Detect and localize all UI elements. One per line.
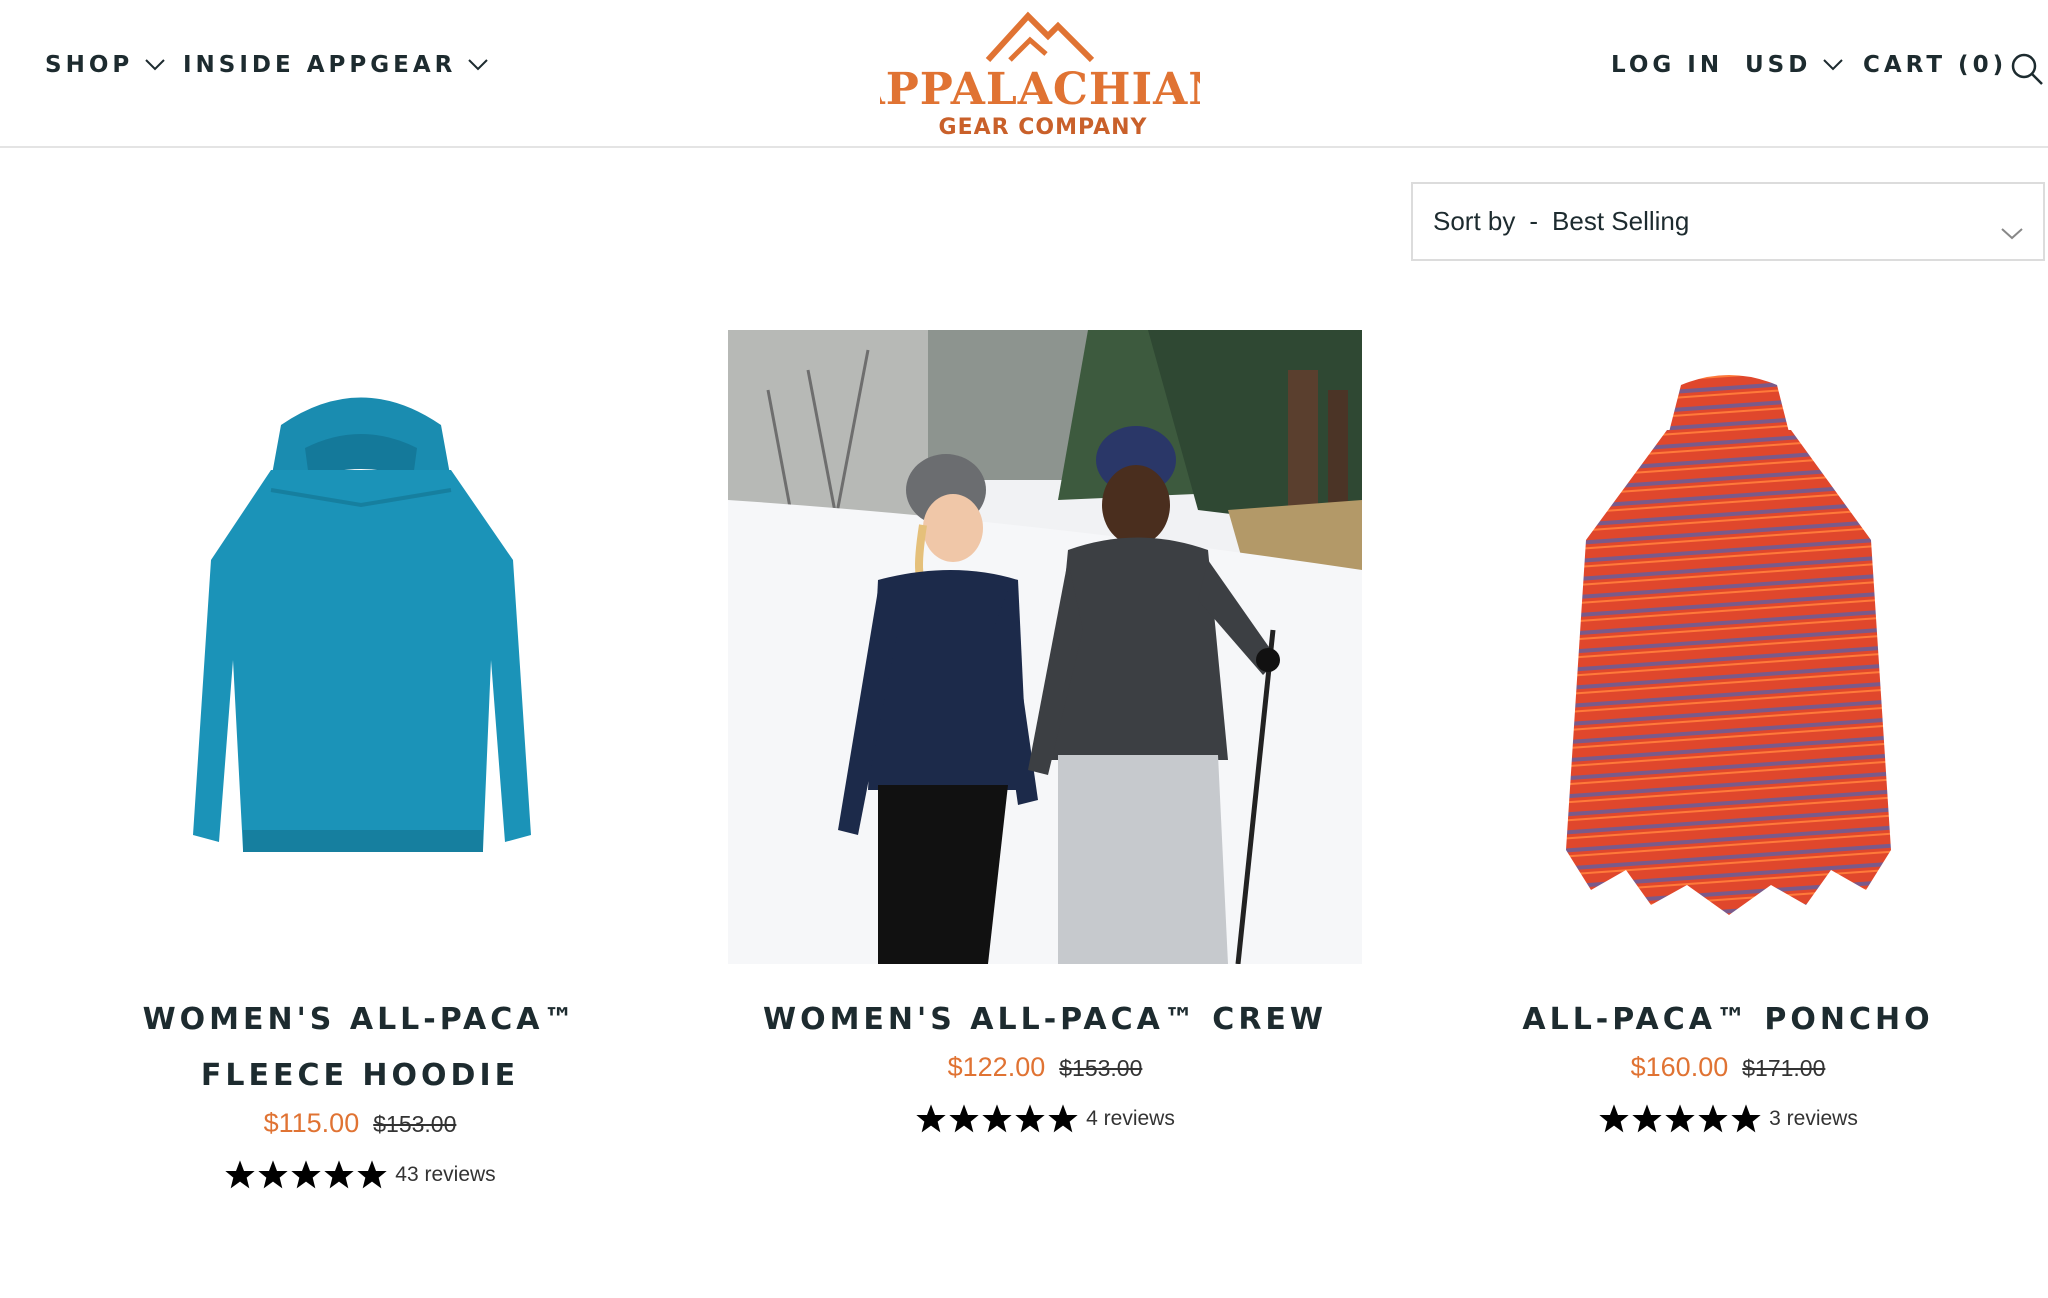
sort-value: Best Selling xyxy=(1552,206,1690,236)
star-icon xyxy=(258,1160,288,1189)
product-image[interactable] xyxy=(1411,330,2045,964)
teal-hoodie-image xyxy=(43,330,677,964)
cart-label: CART (0) xyxy=(1863,52,2008,78)
star-icon xyxy=(1731,1104,1761,1133)
star-icon xyxy=(1698,1104,1728,1133)
star-icon xyxy=(949,1104,979,1133)
chevron-down-icon xyxy=(145,59,165,71)
compare-price: $153.00 xyxy=(1059,1055,1143,1081)
compare-price: $153.00 xyxy=(373,1111,457,1137)
product-title[interactable]: WOMEN'S ALL-PACA™ CREW xyxy=(728,992,1362,1048)
chevron-down-icon xyxy=(1823,59,1844,71)
star-icon xyxy=(982,1104,1012,1133)
sort-prefix: Sort by xyxy=(1433,206,1516,236)
price-row: $160.00 $171.00 xyxy=(1411,1052,2045,1083)
review-count: 43 reviews xyxy=(395,1163,496,1186)
product-image[interactable] xyxy=(728,330,1362,964)
logo-text-sub: GEAR COMPANY xyxy=(939,115,1148,140)
star-icon xyxy=(1048,1104,1078,1133)
rating-row[interactable]: 3 reviews xyxy=(1411,1103,2045,1135)
star-icon xyxy=(1599,1104,1629,1133)
rating-row[interactable]: 43 reviews xyxy=(43,1159,677,1191)
star-icon xyxy=(1665,1104,1695,1133)
sale-price: $115.00 xyxy=(263,1108,360,1138)
product-card: WOMEN'S ALL-PACA™ CREW $122.00 $153.00 4 … xyxy=(728,330,1362,1135)
chevron-down-icon xyxy=(468,59,489,71)
review-count: 3 reviews xyxy=(1769,1107,1858,1130)
mountain-logo-icon: APPALACHIAN GEAR COMPANY xyxy=(850,11,1228,140)
currency-label: USD xyxy=(1745,52,1812,78)
star-icon xyxy=(357,1160,387,1189)
sort-dropdown[interactable]: Sort by - Best Selling xyxy=(1411,182,2045,261)
star-icon xyxy=(291,1160,321,1189)
review-count: 4 reviews xyxy=(1086,1107,1175,1130)
striped-poncho-image xyxy=(1411,330,2045,964)
currency-selector[interactable]: USD xyxy=(1745,52,1844,78)
price-row: $115.00 $153.00 xyxy=(43,1108,677,1139)
login-label: LOG IN xyxy=(1611,52,1724,78)
cart-link[interactable]: CART (0) xyxy=(1863,52,2007,78)
product-title[interactable]: ALL-PACA™ PONCHO xyxy=(1411,992,2045,1048)
star-icon xyxy=(225,1160,255,1189)
rating-row[interactable]: 4 reviews xyxy=(728,1103,1362,1135)
product-card: WOMEN'S ALL-PACA™ FLEECE HOODIE $115.00 $… xyxy=(43,330,677,1191)
sale-price: $122.00 xyxy=(947,1052,1046,1082)
brand-logo[interactable]: APPALACHIAN GEAR COMPANY xyxy=(850,2,1228,142)
star-icon xyxy=(916,1104,946,1133)
nav-shop-label: SHOP xyxy=(45,52,134,78)
login-link[interactable]: LOG IN xyxy=(1611,52,1723,78)
star-icon xyxy=(1632,1104,1662,1133)
logo-text-main: APPALACHIAN xyxy=(880,64,1200,115)
search-icon[interactable] xyxy=(2010,52,2044,86)
sort-separator: - xyxy=(1529,206,1539,236)
star-icon xyxy=(1015,1104,1045,1133)
site-header: SHOP INSIDE APPGEAR APPALACHIAN GEAR COM… xyxy=(0,0,2048,148)
sale-price: $160.00 xyxy=(1630,1052,1729,1082)
couple-hiking-snow-photo xyxy=(728,330,1362,964)
product-card: ALL-PACA™ PONCHO $160.00 $171.00 3 review… xyxy=(1411,330,2045,1135)
nav-shop[interactable]: SHOP xyxy=(45,52,165,78)
star-rating xyxy=(224,1159,389,1191)
chevron-down-icon xyxy=(2001,216,2023,247)
product-image[interactable] xyxy=(43,330,677,964)
star-rating xyxy=(915,1103,1080,1135)
nav-inside-appgear[interactable]: INSIDE APPGEAR xyxy=(183,52,489,78)
product-title[interactable]: WOMEN'S ALL-PACA™ FLEECE HOODIE xyxy=(43,992,677,1104)
nav-inside-appgear-label: INSIDE APPGEAR xyxy=(183,52,457,78)
star-rating xyxy=(1598,1103,1763,1135)
star-icon xyxy=(324,1160,354,1189)
compare-price: $171.00 xyxy=(1742,1055,1826,1081)
price-row: $122.00 $153.00 xyxy=(728,1052,1362,1083)
